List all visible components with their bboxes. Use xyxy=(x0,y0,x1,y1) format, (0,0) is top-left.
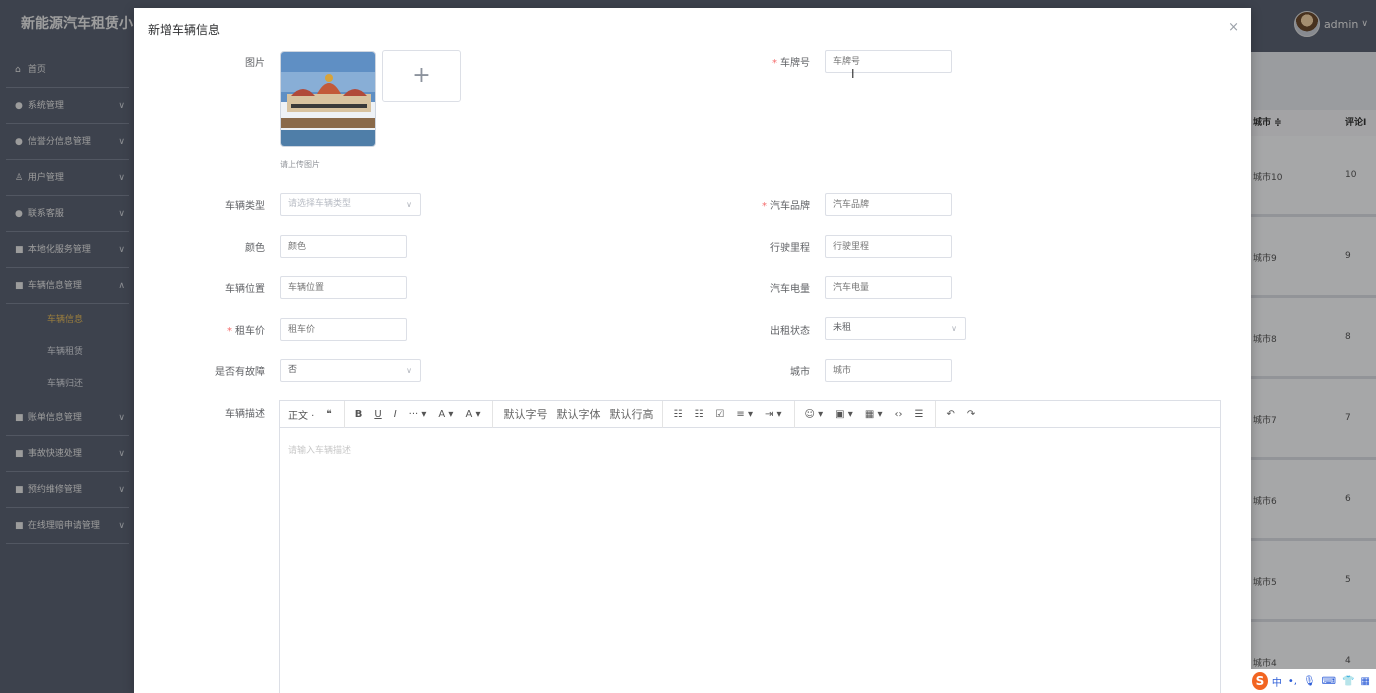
brand-label: * 汽车品牌 xyxy=(762,201,810,212)
add-vehicle-dialog: 新增车辆信息 × 图片 + 请上传图片 *车牌号 I 车辆类型 请选择车辆类型∨… xyxy=(134,8,1251,693)
plate-label: * 车牌号 xyxy=(772,58,810,69)
sogou-icon[interactable]: S xyxy=(1252,672,1268,690)
brand-input[interactable] xyxy=(825,193,952,216)
chevron-down-icon: ∨ xyxy=(951,324,957,333)
bullet-list-icon[interactable]: ☷ xyxy=(673,409,682,420)
italic-icon[interactable]: I xyxy=(394,409,397,420)
palace-photo xyxy=(281,52,375,146)
font-size-menu[interactable]: 默认字号 xyxy=(503,406,547,422)
font-color-icon[interactable]: A ▾ xyxy=(438,409,453,420)
uploaded-image-thumbnail[interactable] xyxy=(280,51,376,147)
mic-icon[interactable]: 🎙 xyxy=(1303,676,1316,687)
bg-color-icon[interactable]: A ▾ xyxy=(465,409,480,420)
fault-select[interactable]: 否 ∨ xyxy=(280,359,421,382)
numbered-list-icon[interactable]: ☷ xyxy=(694,409,703,420)
editor-placeholder[interactable]: 请输入车辆描述 xyxy=(288,443,351,456)
text-cursor-icon: I xyxy=(851,67,855,81)
divider-icon[interactable]: ☰ xyxy=(914,409,923,420)
color-input[interactable] xyxy=(280,235,407,258)
mileage-input[interactable] xyxy=(825,235,952,258)
underline-icon[interactable]: U xyxy=(374,409,381,420)
grid-icon[interactable]: ▦ xyxy=(1361,676,1370,687)
battery-input[interactable] xyxy=(825,276,952,299)
upload-hint: 请上传图片 xyxy=(280,160,320,169)
table-icon[interactable]: ▦ ▾ xyxy=(865,409,883,420)
chevron-down-icon: ∨ xyxy=(406,200,412,209)
dialog-title: 新增车辆信息 xyxy=(148,23,221,37)
rent-status-label: 出租状态 xyxy=(770,326,810,337)
ime-language[interactable]: 中 xyxy=(1272,674,1282,689)
undo-icon[interactable]: ↶ xyxy=(946,409,954,420)
image-icon[interactable]: ▣ ▾ xyxy=(835,409,853,420)
battery-label: 汽车电量 xyxy=(770,284,810,295)
price-input[interactable] xyxy=(280,318,407,341)
description-label: 车辆描述 xyxy=(225,409,265,420)
location-input[interactable] xyxy=(280,276,407,299)
punct-icon[interactable]: •, xyxy=(1288,676,1297,687)
font-family-menu[interactable]: 默认字体 xyxy=(556,406,600,422)
price-label: * 租车价 xyxy=(227,326,265,337)
skin-icon[interactable]: 👕 xyxy=(1342,676,1354,687)
code-icon[interactable]: ‹› xyxy=(894,409,902,420)
rent-status-select[interactable]: 未租 ∨ xyxy=(825,317,966,340)
city-input[interactable] xyxy=(825,359,952,382)
color-label: 颜色 xyxy=(245,243,265,254)
rich-text-editor: 正文 · ❝ B U I ··· ▾ A ▾ A ▾ 默认字号 默认字体 默认行… xyxy=(279,400,1221,693)
city-label: 城市 xyxy=(790,367,810,378)
plate-input[interactable] xyxy=(825,50,952,73)
quote-icon[interactable]: ❝ xyxy=(326,409,331,420)
location-label: 车辆位置 xyxy=(225,284,265,295)
ime-tray: S 中 •, 🎙 ⌨ 👕 ▦ xyxy=(1248,669,1376,693)
close-icon[interactable]: × xyxy=(1228,20,1239,35)
heading-menu[interactable]: 正文 · xyxy=(288,407,314,422)
bold-icon[interactable]: B xyxy=(355,409,363,420)
redo-icon[interactable]: ↷ xyxy=(967,409,975,420)
vehicle-type-label: 车辆类型 xyxy=(225,201,265,212)
keyboard-icon[interactable]: ⌨ xyxy=(1322,676,1336,687)
mileage-label: 行驶里程 xyxy=(770,243,810,254)
image-upload-button[interactable]: + xyxy=(382,50,461,102)
fault-label: 是否有故障 xyxy=(215,367,265,378)
todo-icon[interactable]: ☑ xyxy=(715,409,724,420)
editor-toolbar: 正文 · ❝ B U I ··· ▾ A ▾ A ▾ 默认字号 默认字体 默认行… xyxy=(280,400,1220,428)
line-height-menu[interactable]: 默认行高 xyxy=(609,406,653,422)
emoji-icon[interactable]: ☺ ▾ xyxy=(805,409,824,420)
more-icon[interactable]: ··· ▾ xyxy=(409,409,427,420)
align-icon[interactable]: ≡ ▾ xyxy=(736,409,753,420)
chevron-down-icon: ∨ xyxy=(406,366,412,375)
indent-icon[interactable]: ⇥ ▾ xyxy=(765,409,782,420)
image-label: 图片 xyxy=(245,58,265,69)
vehicle-type-select[interactable]: 请选择车辆类型 ∨ xyxy=(280,193,421,216)
